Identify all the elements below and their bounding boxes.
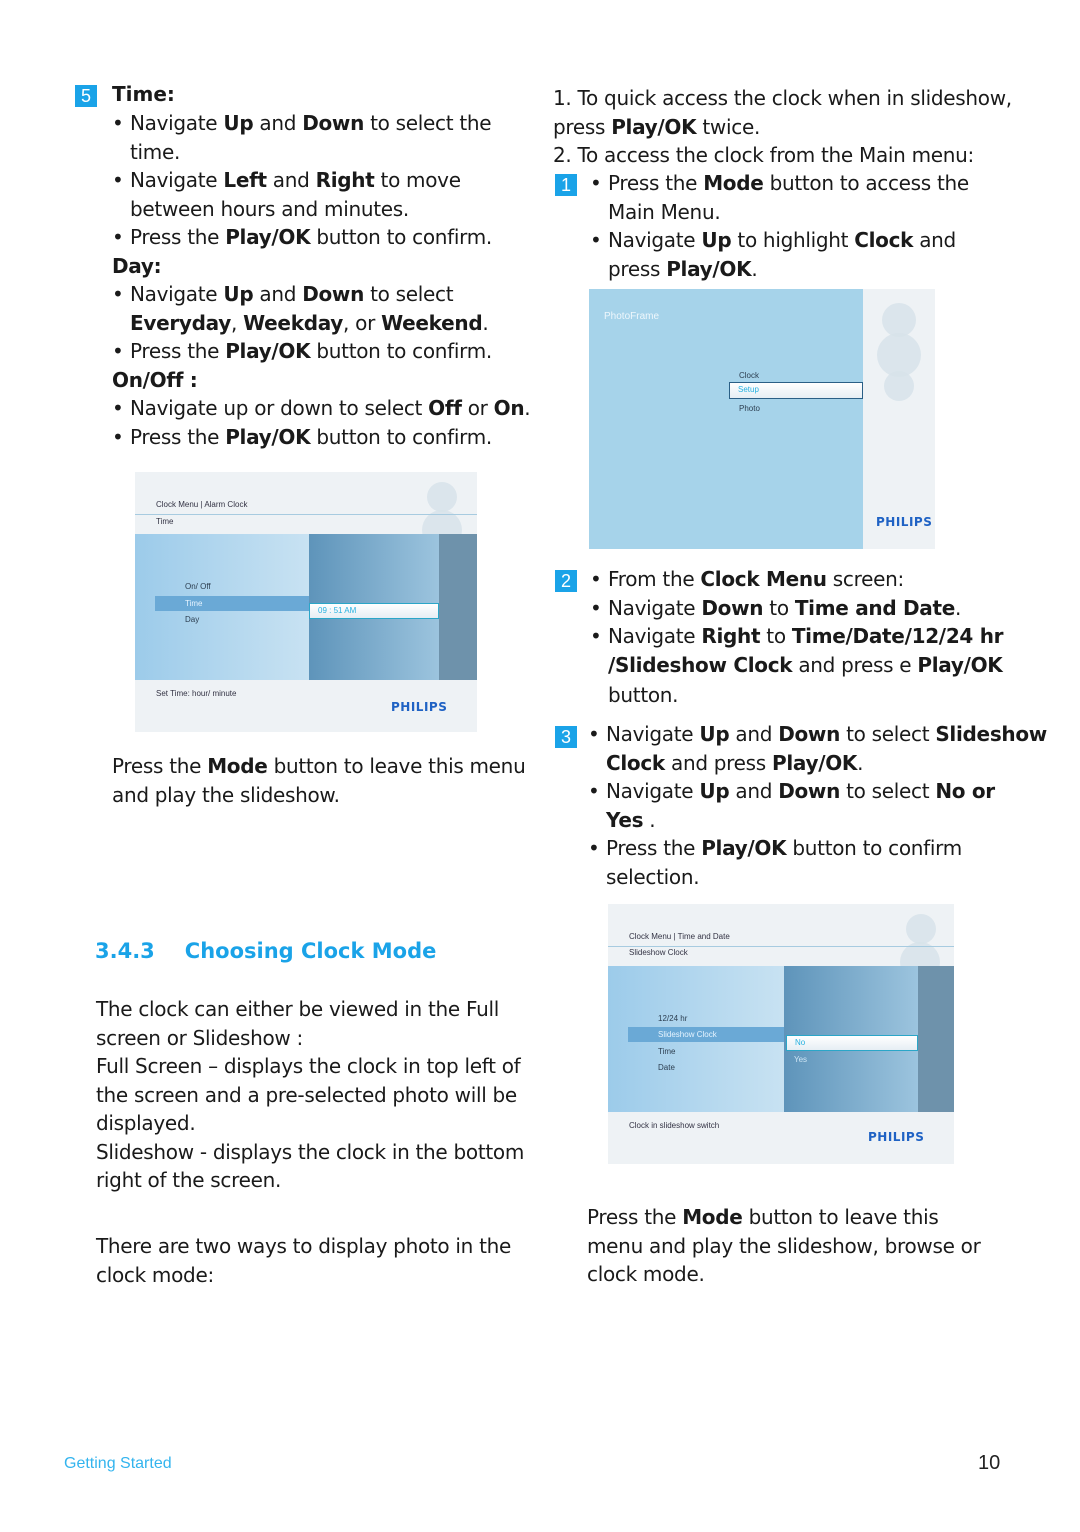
clock-access-intro: 1. To quick access the clock when in sli…	[553, 84, 1023, 170]
leave-menu-note-right: Press the Mode button to leave this menu…	[587, 1205, 981, 1286]
step1-item-2: Navigate Up to highlight Clock andpress …	[590, 226, 1030, 283]
control-wheel-icon	[427, 482, 457, 512]
step2-item-3: Navigate Right to Time/Date/12/24 hr/Sli…	[590, 622, 1050, 710]
time-heading: Time:	[112, 82, 175, 106]
step3-item-2: Navigate Up and Down to select No orYes …	[588, 777, 1048, 834]
para-line: the screen and a pre-selected photo will…	[96, 1082, 517, 1107]
intro-line: 1. To quick access the clock when in sli…	[553, 86, 1012, 110]
clock-mode-description: The clock can either be viewed in the Fu…	[96, 995, 536, 1195]
leave-menu-note: Press the Mode button to leave this menu…	[112, 754, 526, 807]
app-title: PhotoFrame	[604, 311, 660, 322]
play-button-icon	[884, 371, 914, 401]
menu-item-date: Date	[658, 1063, 675, 1072]
slideshow-clock-screenshot: Clock Menu | Time and Date Slideshow Clo…	[608, 904, 954, 1164]
selection-bar	[155, 596, 309, 611]
step-1-instructions: Press the Mode button to access theMain …	[590, 169, 1030, 283]
time-item-3: Press the Play/OK button to confirm.	[112, 223, 542, 252]
control-wheel-icon	[906, 914, 936, 944]
section-title: Choosing Clock Mode	[184, 939, 437, 963]
section-number: 3.4.3	[95, 939, 155, 963]
step-2-instructions: From the Clock Menu screen: Navigate Dow…	[590, 565, 1050, 710]
divider	[608, 946, 954, 947]
step-1-badge: 1	[555, 174, 577, 196]
philips-logo: PHILIPS	[876, 515, 933, 529]
menu-item-onoff: On/ Off	[185, 582, 211, 591]
para-line: screen or Slideshow :	[96, 1025, 303, 1050]
step1-item-1: Press the Mode button to access theMain …	[590, 169, 1030, 226]
day-item-2: Press the Play/OK button to confirm.	[112, 337, 542, 366]
footer-section-name: Getting Started	[64, 1455, 172, 1472]
option-yes: Yes	[794, 1055, 808, 1064]
day-heading: Day:	[112, 253, 162, 278]
page-number: 10	[978, 1452, 1001, 1474]
menu-item-time: Time	[185, 599, 203, 608]
menu-item-photo: Photo	[739, 404, 760, 413]
step-3-badge: 3	[555, 726, 577, 748]
day-item-1: Navigate Up and Down to selectEveryday, …	[112, 280, 542, 337]
para-line: clock mode:	[96, 1262, 214, 1287]
para-line: Slideshow - displays the clock in the bo…	[96, 1139, 525, 1164]
screen-subtitle: Slideshow Clock	[629, 948, 688, 957]
side-panel	[439, 534, 477, 680]
intro-line: press Play/OK twice.	[553, 114, 760, 139]
step3-item-3: Press the Play/OK button to confirmselec…	[588, 834, 1048, 891]
screen-breadcrumb: Clock Menu | Alarm Clock	[156, 500, 248, 509]
onoff-item-1: Navigate up or down to select Off or On.	[112, 394, 542, 423]
onoff-heading: On/Off :	[112, 367, 198, 392]
step3-item-1: Navigate Up and Down to select Slideshow…	[588, 720, 1048, 777]
alarm-clock-screenshot: Clock Menu | Alarm Clock Time On/ Off Ti…	[135, 472, 477, 732]
section-heading: 3.4.3 Choosing Clock Mode	[95, 939, 436, 963]
step2-item-1: From the Clock Menu screen:	[590, 565, 1050, 594]
main-menu-screenshot: PhotoFrame Clock Setup Photo PHILIPS	[589, 289, 935, 549]
time-item-1: Navigate Up and Down to select thetime.	[112, 109, 542, 166]
control-wheel-icon	[882, 303, 916, 337]
menu-item-time: Time	[658, 1047, 676, 1056]
option-no: No	[786, 1035, 918, 1051]
step2-item-2: Navigate Down to Time and Date.	[590, 594, 1050, 623]
para-line: displayed.	[96, 1111, 196, 1135]
menu-item-12-24hr: 12/24 hr	[658, 1014, 688, 1023]
screen-subtitle: Time	[156, 517, 174, 526]
time-value-field: 09 : 51 AM	[309, 603, 439, 619]
display-ways-note: There are two ways to display photo in t…	[96, 1232, 536, 1289]
philips-logo: PHILIPS	[868, 1130, 925, 1144]
side-panel	[918, 966, 954, 1112]
onoff-item-2: Press the Play/OK button to confirm.	[112, 423, 542, 452]
screen-breadcrumb: Clock Menu | Time and Date	[629, 932, 730, 941]
menu-item-clock: Clock	[739, 371, 760, 380]
para-line: Full Screen – displays the clock in top …	[96, 1054, 521, 1078]
screen-hint: Clock in slideshow switch	[629, 1121, 720, 1130]
step-2-badge: 2	[555, 570, 577, 592]
menu-item-day: Day	[185, 615, 200, 624]
step-5-badge: 5	[75, 85, 97, 107]
para-line: There are two ways to display photo in t…	[96, 1234, 512, 1258]
philips-logo: PHILIPS	[391, 700, 448, 714]
main-menu-panel	[589, 289, 863, 549]
para-line: right of the screen.	[96, 1168, 282, 1192]
time-instructions: Navigate Up and Down to select thetime. …	[112, 109, 542, 451]
time-item-2: Navigate Left and Right to movebetween h…	[112, 166, 542, 223]
divider	[135, 514, 477, 515]
step-3-instructions: Navigate Up and Down to select Slideshow…	[588, 720, 1048, 891]
intro-line: 2. To access the clock from the Main men…	[553, 143, 974, 167]
para-line: The clock can either be viewed in the Fu…	[96, 997, 499, 1021]
screen-hint: Set Time: hour/ minute	[156, 689, 237, 698]
menu-item-setup: Setup	[729, 382, 863, 399]
menu-item-slideshow-clock: Slideshow Clock	[658, 1030, 717, 1039]
